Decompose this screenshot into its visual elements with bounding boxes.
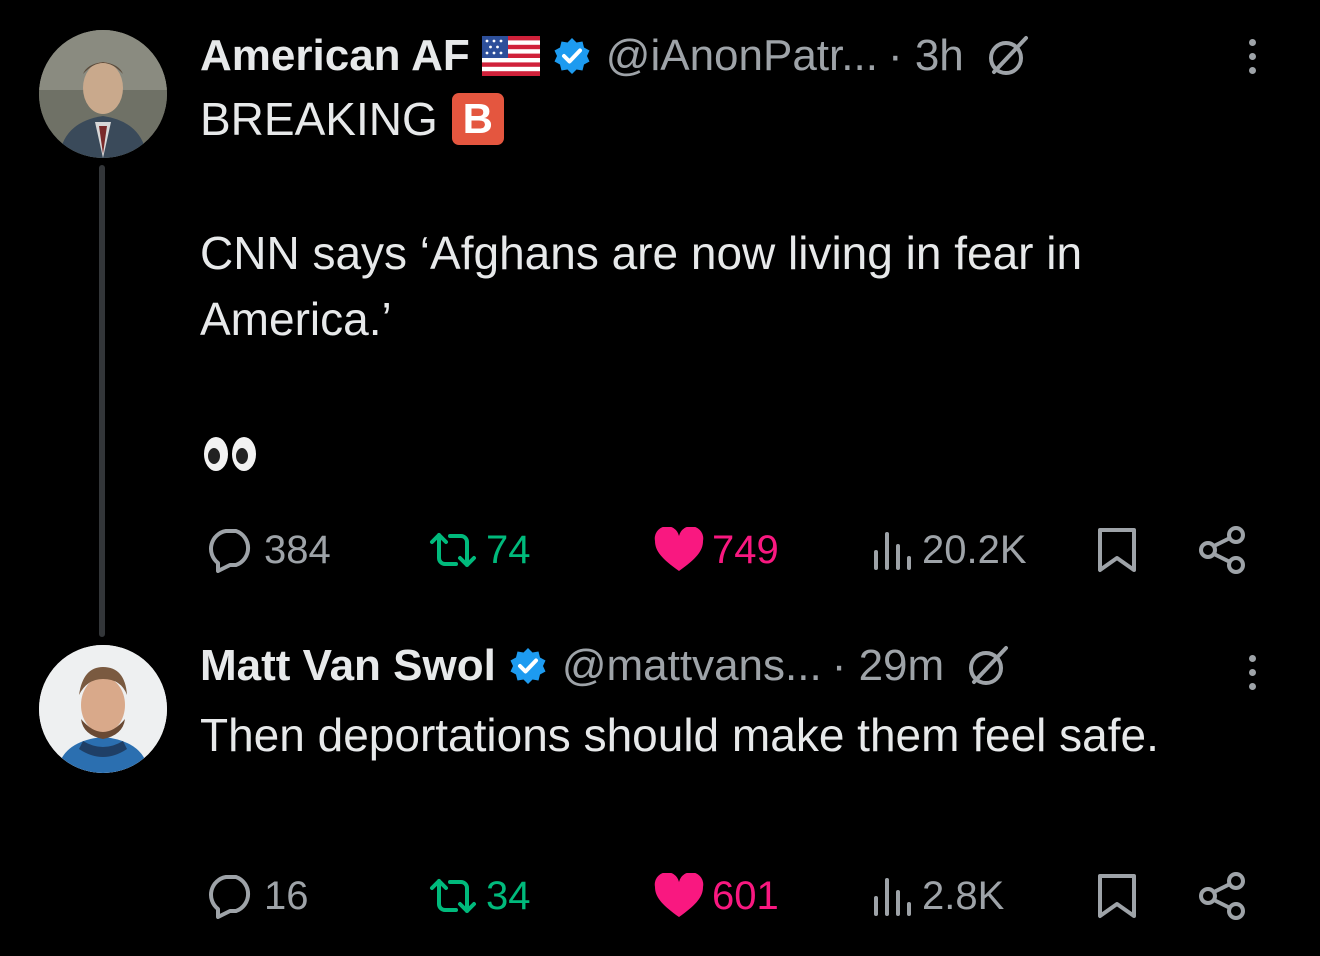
bookmark-icon <box>1098 874 1136 918</box>
display-name[interactable]: American AF <box>200 31 470 81</box>
b-button-emoji: B <box>451 93 504 145</box>
like-button[interactable]: 749 <box>652 520 779 580</box>
verified-badge-icon[interactable] <box>552 36 592 76</box>
view-count: 2.8K <box>922 873 1005 918</box>
view-count: 20.2K <box>922 527 1027 572</box>
reply-count: 384 <box>264 527 331 572</box>
tweet-body: Then deportations should make them feel … <box>200 709 1159 761</box>
timestamp[interactable]: · 29m <box>832 641 944 691</box>
repost-count: 74 <box>486 527 531 572</box>
display-name[interactable]: Matt Van Swol <box>200 641 496 691</box>
tweet-body: CNN says ‘Afghans are now living in fear… <box>200 227 1083 345</box>
avatar-american-af[interactable] <box>39 30 167 158</box>
grok-icon[interactable] <box>984 32 1032 80</box>
views-icon <box>874 532 911 570</box>
timestamp[interactable]: · 3h <box>888 31 964 81</box>
more-options-icon[interactable] <box>1242 26 1262 86</box>
views-icon <box>874 878 911 916</box>
tweet-1[interactable]: American AF @iAnonPatr... · 3h BREAKING … <box>0 0 1320 640</box>
verified-badge-icon[interactable] <box>508 646 548 686</box>
heart-icon <box>654 527 704 571</box>
repost-icon <box>430 533 476 567</box>
repost-button[interactable]: 34 <box>426 866 531 926</box>
bookmark-button[interactable] <box>1096 866 1144 926</box>
views-button[interactable]: 2.8K <box>870 866 1004 926</box>
tweet-header: American AF @iAnonPatr... · 3h <box>200 26 1032 86</box>
reply-icon <box>209 875 251 919</box>
tweet-header: Matt Van Swol @mattvans... · 29m <box>200 636 1012 696</box>
us-flag-icon <box>481 36 540 76</box>
reply-button[interactable]: 384 <box>204 520 331 580</box>
tweet-actions: 384 74 749 20.2K <box>0 520 1320 580</box>
grok-icon[interactable] <box>964 642 1012 690</box>
bookmark-button[interactable] <box>1096 520 1144 580</box>
handle[interactable]: @mattvans... <box>562 641 822 691</box>
reply-count: 16 <box>264 873 309 918</box>
share-icon <box>1199 872 1245 920</box>
repost-icon <box>430 879 476 913</box>
repost-button[interactable]: 74 <box>426 520 531 580</box>
share-button[interactable] <box>1198 520 1254 580</box>
like-count: 749 <box>712 527 779 572</box>
views-button[interactable]: 20.2K <box>870 520 1027 580</box>
bookmark-icon <box>1098 528 1136 572</box>
like-button[interactable]: 601 <box>652 866 779 926</box>
reply-icon <box>209 529 251 573</box>
handle[interactable]: @iAnonPatr... <box>606 31 878 81</box>
tweet-2[interactable]: Matt Van Swol @mattvans... · 29m Then de… <box>0 640 1320 956</box>
breaking-text: BREAKING <box>200 93 438 145</box>
avatar-matt-van-swol[interactable] <box>39 645 167 773</box>
share-button[interactable] <box>1198 866 1254 926</box>
more-options-icon[interactable] <box>1242 642 1262 702</box>
heart-icon <box>654 873 704 917</box>
eyes-emoji <box>200 425 260 491</box>
share-icon <box>1199 526 1245 574</box>
like-count: 601 <box>712 873 779 918</box>
repost-count: 34 <box>486 873 531 918</box>
tweet-text-line1: BREAKING B <box>200 86 504 152</box>
reply-button[interactable]: 16 <box>204 866 309 926</box>
tweet-actions: 16 34 601 2.8K <box>0 866 1320 926</box>
